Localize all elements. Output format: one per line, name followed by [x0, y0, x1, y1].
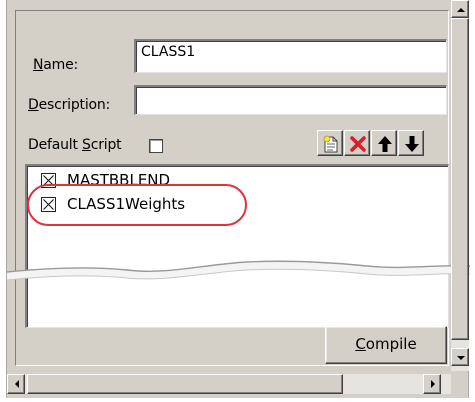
default-script-checkbox[interactable] [149, 139, 163, 153]
arrow-up-icon [378, 136, 392, 152]
delete-script-button[interactable] [344, 130, 370, 156]
horizontal-scrollbar[interactable] [7, 374, 451, 394]
new-script-icon [323, 135, 338, 153]
scroll-up-arrow-icon [457, 8, 465, 12]
default-script-label: Default Script [28, 137, 122, 153]
vertical-scroll-thumb[interactable] [451, 18, 469, 340]
new-script-button[interactable] [317, 130, 343, 156]
scroll-right-arrow-icon [431, 380, 435, 388]
scroll-left-arrow-icon [15, 380, 19, 388]
description-label: Description: [28, 97, 111, 113]
scroll-right-button[interactable] [423, 374, 441, 394]
compile-button[interactable]: Compile [325, 326, 447, 364]
description-field[interactable] [134, 85, 447, 115]
move-up-button[interactable] [371, 130, 397, 156]
name-label: Name: [33, 57, 79, 73]
scroll-down-button[interactable] [451, 348, 469, 366]
delete-icon [350, 136, 366, 152]
scroll-left-button[interactable] [7, 374, 25, 394]
scroll-down-arrow-icon [457, 356, 465, 360]
highlight-ring [27, 184, 247, 226]
scroll-up-button[interactable] [451, 0, 469, 18]
vertical-scrollbar[interactable] [451, 0, 469, 371]
script-dialog: Name: CLASS1 Description: Default Script [6, 0, 470, 398]
torn-edge-divider [7, 260, 470, 281]
name-field[interactable]: CLASS1 [134, 39, 447, 73]
arrow-down-icon [405, 136, 419, 152]
move-down-button[interactable] [398, 130, 424, 156]
horizontal-scroll-thumb[interactable] [27, 374, 343, 394]
